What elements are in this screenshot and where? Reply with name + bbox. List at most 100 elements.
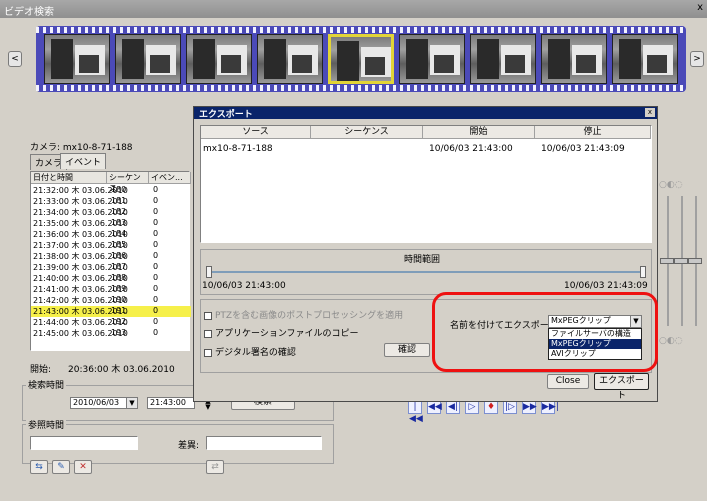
- cell-sequence: 189: [111, 284, 127, 293]
- table-row[interactable]: 21:32:00 木 03.06.2010 180 0: [31, 185, 191, 196]
- title-bar: ビデオ検索 x: [0, 0, 707, 18]
- range-start-value: 10/06/03 21:43:00: [202, 281, 286, 291]
- cell-sequence: 185: [111, 240, 127, 249]
- delete-icon[interactable]: ✕: [74, 460, 92, 474]
- fast-forward-icon[interactable]: ▶▶: [522, 400, 537, 414]
- table-row[interactable]: 21:38:00 木 03.06.2010 186 0: [31, 251, 191, 262]
- search-date-dropdown-icon[interactable]: ▼: [126, 398, 137, 408]
- dialog-close-button[interactable]: Close: [547, 374, 589, 389]
- export-row-stop[interactable]: 10/06/03 21:43:09: [541, 144, 625, 154]
- ptz-checkbox[interactable]: [204, 311, 212, 320]
- filmstrip-frame[interactable]: [612, 34, 678, 84]
- table-row[interactable]: 21:45:00 木 03.06.2010 193 0: [31, 328, 191, 339]
- column-header-sequence[interactable]: シーケンス: [107, 172, 149, 193]
- cell-sequence: 193: [111, 328, 127, 337]
- table-row[interactable]: 21:37:00 木 03.06.2010 185 0: [31, 240, 191, 251]
- step-back-icon[interactable]: ◀|: [446, 400, 460, 414]
- search-time-group-label: 検索時間: [26, 378, 67, 391]
- annotation-highlight-ring: [432, 292, 658, 372]
- diff-label: 差異:: [178, 441, 200, 451]
- cell-sequence: 182: [111, 207, 127, 216]
- filmstrip-prev-button[interactable]: <: [8, 51, 22, 67]
- column-header-event[interactable]: イベン...: [149, 172, 191, 184]
- video-search-window: ビデオ検索 x < > カメラ: mx10-8-71-188 カメラ イベント …: [0, 0, 707, 501]
- column-header-source[interactable]: ソース: [201, 126, 311, 139]
- reference-time-field[interactable]: [30, 436, 138, 450]
- option-verify-signature[interactable]: デジタル署名の確認: [204, 345, 296, 358]
- jump-reference-icon[interactable]: ⇄: [206, 460, 224, 474]
- time-range-end-handle[interactable]: [640, 266, 646, 278]
- cell-sequence: 184: [111, 229, 127, 238]
- cell-event: 0: [153, 218, 159, 227]
- time-range-start-handle[interactable]: [206, 266, 212, 278]
- option-ptz-postprocess[interactable]: PTZを含む画像のポストプロセッシングを適用: [204, 308, 403, 321]
- table-row[interactable]: 21:41:00 木 03.06.2010 189 0: [31, 284, 191, 295]
- reference-time-group-label: 参照時間: [26, 418, 67, 431]
- slider-knob-2[interactable]: [674, 258, 688, 264]
- ptz-top-icons[interactable]: ○◐◌: [659, 180, 683, 190]
- table-row[interactable]: 21:42:00 木 03.06.2010 190 0: [31, 295, 191, 306]
- cell-event: 0: [153, 262, 159, 271]
- option-copy-app-files[interactable]: アプリケーションファイルのコピー: [204, 326, 359, 339]
- column-header-sequence[interactable]: シーケンス: [311, 126, 423, 139]
- time-range-slider[interactable]: [206, 271, 646, 273]
- window-title: ビデオ検索: [4, 7, 54, 18]
- table-row[interactable]: 21:43:00 木 03.06.2010 191 0: [31, 306, 191, 317]
- filmstrip-frame[interactable]: [44, 34, 110, 84]
- record-icon[interactable]: ♦: [484, 400, 498, 414]
- column-header-stop[interactable]: 停止: [535, 126, 651, 139]
- export-dialog-close-button[interactable]: x: [645, 108, 655, 117]
- play-reverse-icon[interactable]: ▷: [465, 400, 479, 414]
- search-time-field[interactable]: 21:43:00: [147, 397, 195, 409]
- table-row[interactable]: 21:34:00 木 03.06.2010 182 0: [31, 207, 191, 218]
- cell-sequence: 180: [111, 185, 127, 194]
- filmstrip-frame[interactable]: [470, 34, 536, 84]
- filmstrip-frame[interactable]: [257, 34, 323, 84]
- copy-app-files-checkbox[interactable]: [204, 329, 212, 338]
- table-row[interactable]: 21:39:00 木 03.06.2010 187 0: [31, 262, 191, 273]
- go-end-icon[interactable]: ▶▶|: [541, 400, 559, 414]
- bookmark-icon[interactable]: ✎: [52, 460, 70, 474]
- filmstrip-frame[interactable]: [328, 34, 394, 84]
- start-label: 開始:: [30, 365, 52, 375]
- export-source-list: ソース シーケンス 開始 停止 mx10-8-71-188 10/06/03 2…: [200, 125, 652, 243]
- table-row[interactable]: 21:36:00 木 03.06.2010 184 0: [31, 229, 191, 240]
- film-perforations-top: [36, 27, 686, 33]
- rewind-icon[interactable]: ◀◀: [427, 400, 442, 414]
- slider-knob-3[interactable]: [688, 258, 702, 264]
- export-row-source[interactable]: mx10-8-71-188: [203, 144, 273, 154]
- window-close-button[interactable]: x: [697, 2, 703, 13]
- option-verify-signature-label: デジタル署名の確認: [215, 348, 296, 358]
- step-forward-icon[interactable]: |▷: [503, 400, 517, 414]
- filmstrip-frame[interactable]: [541, 34, 607, 84]
- table-row[interactable]: 21:44:00 木 03.06.2010 192 0: [31, 317, 191, 328]
- cell-sequence: 181: [111, 196, 127, 205]
- cell-event: 0: [153, 196, 159, 205]
- table-row[interactable]: 21:33:00 木 03.06.2010 181 0: [31, 196, 191, 207]
- filmstrip-frame[interactable]: [186, 34, 252, 84]
- filmstrip: [36, 26, 686, 92]
- cell-sequence: 188: [111, 273, 127, 282]
- set-reference-icon[interactable]: ⇆: [30, 460, 48, 474]
- table-row[interactable]: 21:40:00 木 03.06.2010 188 0: [31, 273, 191, 284]
- filmstrip-frame[interactable]: [115, 34, 181, 84]
- filmstrip-next-button[interactable]: >: [690, 51, 704, 67]
- export-dialog-title: エクスポート: [199, 110, 253, 120]
- go-start-icon[interactable]: |◀◀: [408, 400, 423, 424]
- cell-event: 0: [153, 284, 159, 293]
- export-button[interactable]: エクスポート: [594, 373, 649, 401]
- tab-events[interactable]: イベント: [60, 153, 107, 169]
- export-row-start[interactable]: 10/06/03 21:43:00: [429, 144, 513, 154]
- slider-knob-1[interactable]: [660, 258, 674, 264]
- range-end-value: 10/06/03 21:43:09: [564, 281, 648, 291]
- verify-signature-checkbox[interactable]: [204, 348, 212, 357]
- column-header-datetime[interactable]: 日付と時間: [31, 172, 107, 184]
- option-copy-app-files-label: アプリケーションファイルのコピー: [215, 329, 359, 339]
- table-row[interactable]: 21:35:00 木 03.06.2010 183 0: [31, 218, 191, 229]
- column-header-start[interactable]: 開始: [423, 126, 535, 139]
- diff-field[interactable]: [206, 436, 322, 450]
- cell-sequence: 183: [111, 218, 127, 227]
- verify-button[interactable]: 確認: [384, 343, 430, 357]
- filmstrip-frame[interactable]: [399, 34, 465, 84]
- ptz-bottom-icons[interactable]: ○◐◌: [659, 336, 683, 346]
